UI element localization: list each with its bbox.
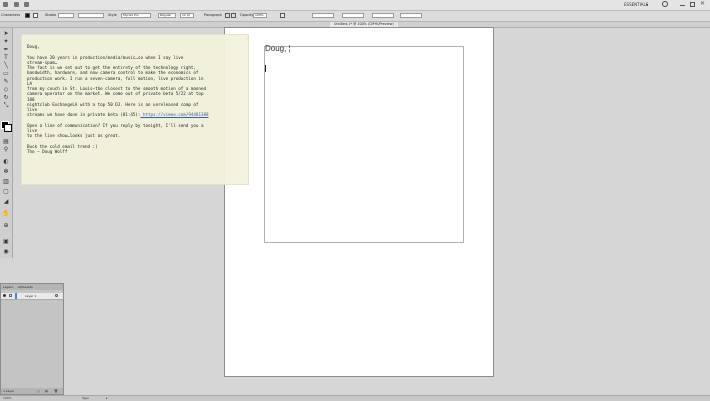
app-icon[interactable] [3,2,8,7]
note-line: to the live show…looks just as great. [27,133,121,139]
lock-icon[interactable] [9,294,12,297]
type-tool-icon[interactable]: T [2,54,10,61]
stroke-color-swatch[interactable] [33,13,38,18]
characters-label[interactable]: Characters [1,13,20,17]
bridge-icon[interactable] [14,2,19,7]
workspace-switcher[interactable]: ESSENTIALS [624,2,648,7]
layer-row[interactable]: Layer 1 [1,293,63,300]
screen-mode-icon[interactable]: ▣ [2,238,10,245]
current-tool-name: Type [82,396,89,400]
layers-panel-tabs: Layers Artboards [1,284,63,290]
note-line: nightclub ExchangeLA with a top 50 DJ. H… [27,101,199,107]
blend-tool-icon[interactable]: ◐ [2,158,10,165]
status-bar: 100% Type ▸ [0,395,710,401]
note-line: stream-spam… [27,59,58,65]
graph-tool-icon[interactable]: ▥ [2,178,10,185]
new-sublayer-icon[interactable]: ▤ [45,389,48,393]
status-arrow-icon[interactable]: ▸ [106,396,108,400]
symbol-sprayer-tool-icon[interactable]: ✻ [2,168,10,175]
vimeo-link[interactable]: https://vimeo.com/94481388 [140,112,209,117]
note-line: Doug, [27,44,40,49]
selection-tool-icon[interactable]: ➤ [2,30,10,37]
width-field[interactable] [372,13,394,18]
chevron-down-icon[interactable]: ▾ [646,2,648,7]
eyedropper-tool-icon[interactable]: ⚲ [2,146,10,153]
fill-color-swatch[interactable] [25,13,30,18]
text-frame[interactable] [264,46,464,243]
note-line: live [27,107,38,112]
note-line: You have 20 years in production/media/mu… [27,54,184,60]
line-tool-icon[interactable]: ╲ [2,62,10,69]
rotate-tool-icon[interactable]: ↻ [2,94,10,101]
note-line: LA [27,80,33,86]
new-layer-icon[interactable]: ▢ [37,389,40,393]
stroke-color-box[interactable] [4,124,12,132]
note-line: Buck the cold email trend :) [27,143,98,149]
application-menubar: ESSENTIALS ▾ ✕ [0,0,710,11]
opacity-label[interactable]: Opacity [240,13,253,17]
recolor-artwork-icon[interactable] [280,13,285,18]
paintbrush-tool-icon[interactable]: ✎ [2,78,10,85]
tools-panel: ➤ ✦ ✒ T ╲ ▭ ✎ ◇ ↻ ⤡ ▤ ⚲ ◐ ✻ ▥ ▢ ◢ ✋ ⊕ ▣ … [0,28,13,258]
paragraph-label[interactable]: Paragraph [204,13,222,17]
note-line: bandwidth, hardware, and now camera cont… [27,70,199,76]
control-bar: Characters Stroke Style Myriad Pro Regul… [0,11,710,22]
note-line: production work. I run a seven-camera, f… [27,75,204,81]
variable-width-field[interactable] [78,13,104,18]
font-family-select[interactable]: Myriad Pro [121,13,151,18]
arrange-documents-icon[interactable] [24,2,29,7]
eraser-tool-icon[interactable]: ◇ [2,86,10,93]
draw-mode-icon[interactable]: ◉ [2,248,10,255]
note-line: 100 [27,96,35,102]
note-line: from my couch in St. Louis—the closest t… [27,86,206,91]
layer-name[interactable]: Layer 1 [25,294,36,298]
close-icon[interactable]: ✕ [700,1,705,7]
align-left-icon[interactable] [225,13,230,18]
maximize-icon[interactable] [690,2,695,7]
text-frame-content[interactable]: Doug, ¦ [265,44,291,53]
gradient-tool-icon[interactable]: ▤ [2,138,10,145]
font-size-field[interactable]: 12 pt [180,13,194,18]
layer-color-bar [15,293,17,299]
layers-panel: Layers Artboards Layer 1 1 Layer ▢ ▤ 🗑 [0,283,64,395]
target-icon[interactable] [55,294,58,297]
y-position-field[interactable] [342,13,364,18]
magic-wand-tool-icon[interactable]: ✦ [2,38,10,45]
layer-count: 1 Layer [3,389,15,393]
stroke-weight-field[interactable] [58,13,74,18]
rectangle-tool-icon[interactable]: ▭ [2,70,10,77]
slice-tool-icon[interactable]: ◢ [2,198,10,205]
hand-tool-icon[interactable]: ✋ [2,210,10,217]
text-cursor [265,65,266,72]
opacity-field[interactable]: 100% [253,13,267,18]
minimize-icon[interactable] [680,5,685,6]
note-line: The fact is we set out to get the entire… [27,65,196,70]
artboard-tool-icon[interactable]: ▢ [2,188,10,195]
zoom-level[interactable]: 100% [3,396,12,400]
align-center-icon[interactable] [231,13,236,18]
height-field[interactable] [400,13,422,18]
font-style-select[interactable]: Regular [158,13,176,18]
pen-tool-icon[interactable]: ✒ [2,46,10,53]
note-line: camera operator on the market. We come o… [27,91,204,97]
stroke-label[interactable]: Stroke [45,13,56,17]
scale-tool-icon[interactable]: ⤡ [2,102,10,109]
style-label[interactable]: Style [108,13,117,17]
eye-icon[interactable] [3,294,6,297]
zoom-tool-icon[interactable]: ⊕ [2,222,10,229]
x-position-field[interactable] [312,13,334,18]
note-line-with-link: streams we have done in private beta (01… [27,112,209,117]
note-line: live [27,128,38,133]
tab-artboards[interactable]: Artboards [18,285,33,289]
delete-layer-icon[interactable]: 🗑 [54,389,58,393]
note-line: Tho – Doug Wolff [27,149,68,154]
layers-panel-footer: 1 Layer ▢ ▤ 🗑 [1,388,63,394]
note-line: streams we have done in private beta (01… [27,112,141,118]
note-line: Open a line of communication? If you rep… [27,122,204,128]
tab-layers[interactable]: Layers [3,285,13,289]
search-icon[interactable] [662,1,668,7]
note-corner-marker: ◦ [246,36,249,41]
